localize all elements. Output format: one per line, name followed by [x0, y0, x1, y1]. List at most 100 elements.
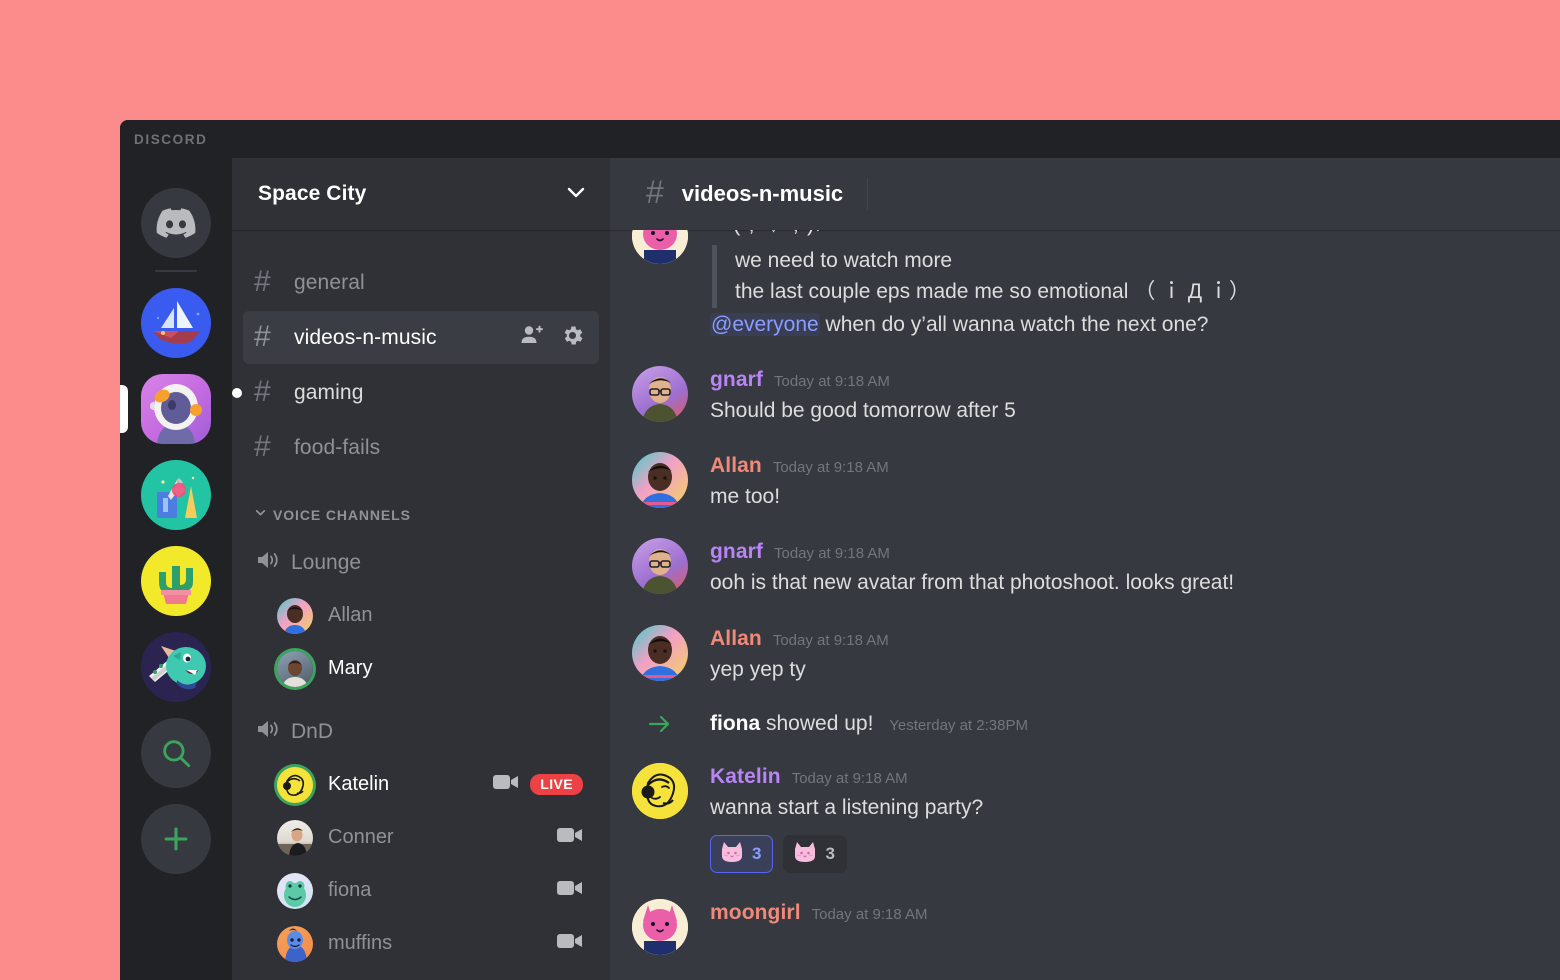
- channel-sidebar: Space City # general # videos-n-music # …: [232, 158, 610, 980]
- sidebar-channel-general[interactable]: # general: [243, 256, 599, 309]
- message-row[interactable]: Allan Today at 9:18 AM me too!: [610, 452, 1560, 512]
- add-server-button[interactable]: [120, 796, 232, 882]
- voice-member-label: Katelin: [328, 773, 390, 795]
- reaction-pill[interactable]: 3: [783, 835, 847, 873]
- server-icon-sailboat[interactable]: [120, 280, 232, 366]
- gnarf-avatar[interactable]: [632, 538, 688, 595]
- message-row[interactable]: Katelin Today at 9:18 AM wanna start a l…: [610, 762, 1560, 873]
- server-header-button[interactable]: Space City: [232, 158, 610, 230]
- voice-member-fiona[interactable]: fiona: [266, 864, 599, 917]
- chevron-down-icon[interactable]: [564, 180, 588, 209]
- quote-line: the last couple eps made me so emotional…: [735, 280, 1250, 304]
- voice-member-mary[interactable]: Mary: [266, 642, 599, 695]
- gear-glyph: [564, 326, 583, 344]
- message-author[interactable]: gnarf: [710, 368, 763, 392]
- channel-label: gaming: [294, 380, 364, 404]
- camera-glyph: [557, 934, 582, 948]
- plus-icon: [141, 804, 211, 874]
- speaker-glyph: [258, 721, 278, 737]
- message-author[interactable]: moongirl: [710, 901, 801, 925]
- category-voice-channels[interactable]: VOICE CHANNELS: [243, 500, 610, 530]
- server-home-button[interactable]: [120, 180, 232, 266]
- add-member-icon[interactable]: [520, 323, 546, 352]
- sailboat-glyph: [153, 301, 201, 344]
- speaker-glyph: [258, 552, 278, 568]
- sidebar-channel-food-fails[interactable]: # food-fails: [243, 421, 599, 474]
- server-selected-indicator: [120, 385, 128, 433]
- camera-glyph: [557, 881, 582, 895]
- chat-column: # videos-n-music we need to watch more t…: [610, 158, 1560, 980]
- message-text: ooh is that new avatar from that photosh…: [710, 571, 1235, 595]
- video-icon[interactable]: [557, 879, 583, 902]
- message-text: @everyone when do y’all wanna watch the …: [710, 310, 1538, 340]
- magnifier-glyph: [163, 740, 191, 768]
- message-author[interactable]: Allan: [710, 627, 762, 651]
- cat-emoji: [793, 841, 817, 868]
- server-icon-monster[interactable]: [120, 624, 232, 710]
- channel-list[interactable]: # general # videos-n-music # gaming # fo…: [232, 230, 610, 980]
- moongirl-avatar[interactable]: [632, 230, 688, 264]
- sidebar-voice-channel-dnd[interactable]: DnD: [243, 705, 599, 758]
- avatar-art: [632, 762, 688, 819]
- reaction-pill[interactable]: 3: [710, 835, 774, 873]
- message-row[interactable]: gnarf Today at 9:18 AM ooh is that new a…: [610, 538, 1560, 598]
- message-row[interactable]: gnarf Today at 9:18 AM Should be good to…: [610, 365, 1560, 426]
- message-emoticon: ヽ( ; ▽ ; )ﾉ: [710, 230, 1538, 239]
- chevron-down-icon: [254, 506, 267, 524]
- server-icon-cactus[interactable]: [120, 538, 232, 624]
- gnarf-avatar[interactable]: [632, 365, 688, 422]
- allan-avatar[interactable]: [632, 452, 688, 509]
- voice-member-conner[interactable]: Conner: [266, 811, 599, 864]
- hash-icon: #: [254, 429, 271, 463]
- message-text-rest: when do y’all wanna watch the next one?: [819, 312, 1209, 336]
- sidebar-voice-channel-lounge[interactable]: Lounge: [243, 536, 599, 589]
- channel-header: # videos-n-music: [610, 158, 1560, 230]
- message-row[interactable]: ヽ( ; ▽ ; )ﾉ we need to watch more the la…: [610, 230, 1560, 340]
- sailboat-icon: [141, 288, 211, 358]
- astronaut-icon: [141, 374, 211, 444]
- message-author[interactable]: Katelin: [710, 765, 781, 789]
- explore-servers-button[interactable]: [120, 710, 232, 796]
- message-author[interactable]: gnarf: [710, 540, 763, 564]
- video-icon[interactable]: [557, 826, 583, 849]
- server-icon-space-city[interactable]: [120, 366, 232, 452]
- video-icon[interactable]: [493, 773, 519, 796]
- server-icon-art-supplies[interactable]: [120, 452, 232, 538]
- reaction-bar: 3 3: [710, 835, 1538, 873]
- art-supplies-icon: [141, 460, 211, 530]
- system-timestamp: Yesterday at 2:38PM: [889, 716, 1028, 734]
- message-row[interactable]: moongirl Today at 9:18 AM: [610, 899, 1560, 955]
- plus-glyph: [164, 827, 188, 851]
- voice-channel-label: DnD: [291, 719, 334, 743]
- search-icon: [141, 718, 211, 788]
- channel-label: general: [294, 270, 365, 294]
- message-author[interactable]: Allan: [710, 454, 762, 478]
- system-action: showed up!: [760, 711, 874, 735]
- avatar-art: [284, 880, 306, 907]
- voice-member-katelin[interactable]: Katelin LIVE: [266, 758, 599, 811]
- avatar-art: [642, 376, 678, 422]
- katelin-avatar[interactable]: [632, 762, 688, 819]
- system-message-text: fiona showed up! Yesterday at 2:38PM: [710, 712, 1028, 736]
- everyone-mention[interactable]: @everyone: [710, 312, 820, 336]
- message-text: wanna start a listening party?: [710, 795, 984, 819]
- message-timestamp: Today at 9:18 AM: [772, 459, 889, 477]
- message-row[interactable]: Allan Today at 9:18 AM yep yep ty: [610, 624, 1560, 685]
- speaker-icon: [254, 547, 282, 578]
- system-actor: fiona: [710, 711, 761, 735]
- live-badge: LIVE: [530, 774, 583, 795]
- video-icon[interactable]: [557, 932, 583, 955]
- voice-member-muffins[interactable]: muffins: [266, 917, 599, 970]
- discord-home-icon: [141, 188, 211, 258]
- speaker-icon: [254, 716, 282, 747]
- allan-avatar[interactable]: [632, 624, 688, 681]
- sidebar-channel-videos-n-music[interactable]: # videos-n-music: [243, 311, 599, 364]
- discord-wordmark: DISCORD: [134, 131, 208, 147]
- voice-member-label: Mary: [328, 657, 373, 679]
- voice-member-allan[interactable]: Allan: [266, 589, 599, 642]
- gear-icon[interactable]: [560, 323, 585, 353]
- sidebar-channel-gaming[interactable]: # gaming: [232, 366, 599, 419]
- title-bar: DISCORD: [120, 120, 1560, 158]
- message-list[interactable]: ヽ( ; ▽ ; )ﾉ we need to watch more the la…: [610, 230, 1560, 980]
- moongirl-avatar[interactable]: [632, 899, 688, 955]
